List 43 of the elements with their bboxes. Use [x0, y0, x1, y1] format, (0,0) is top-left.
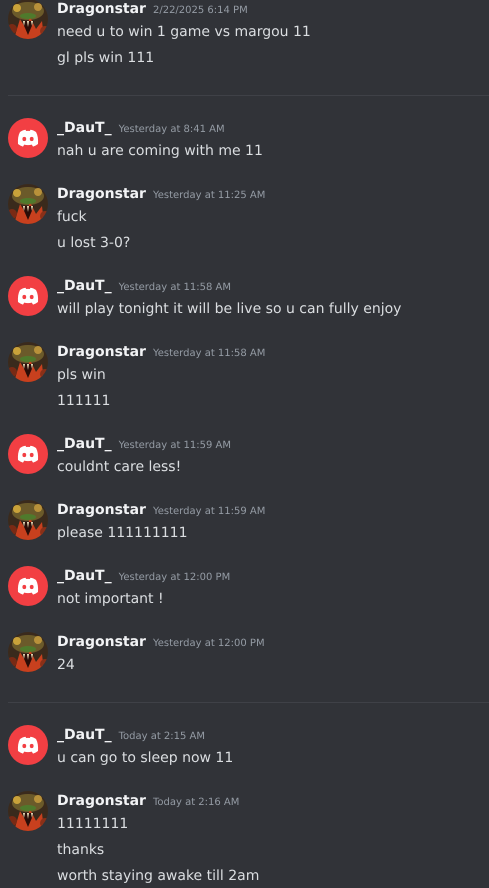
timestamp: Yesterday at 11:58 AM: [152, 347, 266, 361]
message-text: couldnt care less!: [57, 458, 182, 477]
timestamp: Yesterday at 11:58 AM: [118, 281, 232, 295]
avatar-icon: [8, 434, 48, 474]
author-name[interactable]: _DauT_: [57, 565, 112, 587]
timestamp: Yesterday at 12:00 PM: [152, 637, 265, 651]
author-name[interactable]: Dragonstar: [57, 183, 146, 205]
message-text: u can go to sleep now 11: [57, 749, 234, 768]
message-text: gl pls win 111: [57, 49, 154, 68]
timestamp: Today at 2:15 AM: [118, 730, 206, 744]
message-text: 111111: [57, 392, 110, 411]
author-name[interactable]: _DauT_: [57, 433, 112, 455]
timestamp: 2/22/2025 6:14 PM: [152, 4, 248, 18]
avatar-icon: [8, 725, 48, 765]
message-text: 24: [57, 656, 75, 675]
timestamp: Yesterday at 11:59 AM: [152, 505, 266, 519]
timestamp: Today at 2:16 AM: [152, 796, 240, 810]
message-text: will play tonight it will be live so u can fully enjoy: [57, 300, 402, 319]
avatar-icon: [8, 566, 48, 606]
message-text: please 111111111: [57, 524, 188, 543]
timestamp: Yesterday at 11:59 AM: [118, 439, 232, 453]
message-text: pls win: [57, 366, 106, 385]
author-name[interactable]: Dragonstar: [57, 341, 146, 363]
avatar-icon: [8, 276, 48, 316]
author-name[interactable]: Dragonstar: [57, 499, 146, 521]
message-text: 11111111: [57, 815, 128, 834]
message-text: u lost 3-0?: [57, 234, 130, 253]
author-name[interactable]: Dragonstar: [57, 631, 146, 653]
author-name[interactable]: Dragonstar: [57, 0, 146, 20]
author-name[interactable]: _DauT_: [57, 724, 112, 746]
message-text: thanks: [57, 841, 104, 860]
avatar-icon: [8, 118, 48, 158]
timestamp: Yesterday at 8:41 AM: [118, 123, 225, 137]
message-text: worth staying awake till 2am: [57, 867, 260, 886]
author-name[interactable]: _DauT_: [57, 117, 112, 139]
timestamp: Yesterday at 11:25 AM: [152, 189, 266, 203]
message-text: not important !: [57, 590, 164, 609]
author-name[interactable]: _DauT_: [57, 275, 112, 297]
author-name[interactable]: Dragonstar: [57, 790, 146, 812]
message-text: nah u are coming with me 11: [57, 142, 263, 161]
message-text: need u to win 1 game vs margou 11: [57, 23, 311, 42]
message-text: fuck: [57, 208, 87, 227]
timestamp: Yesterday at 12:00 PM: [118, 571, 230, 585]
